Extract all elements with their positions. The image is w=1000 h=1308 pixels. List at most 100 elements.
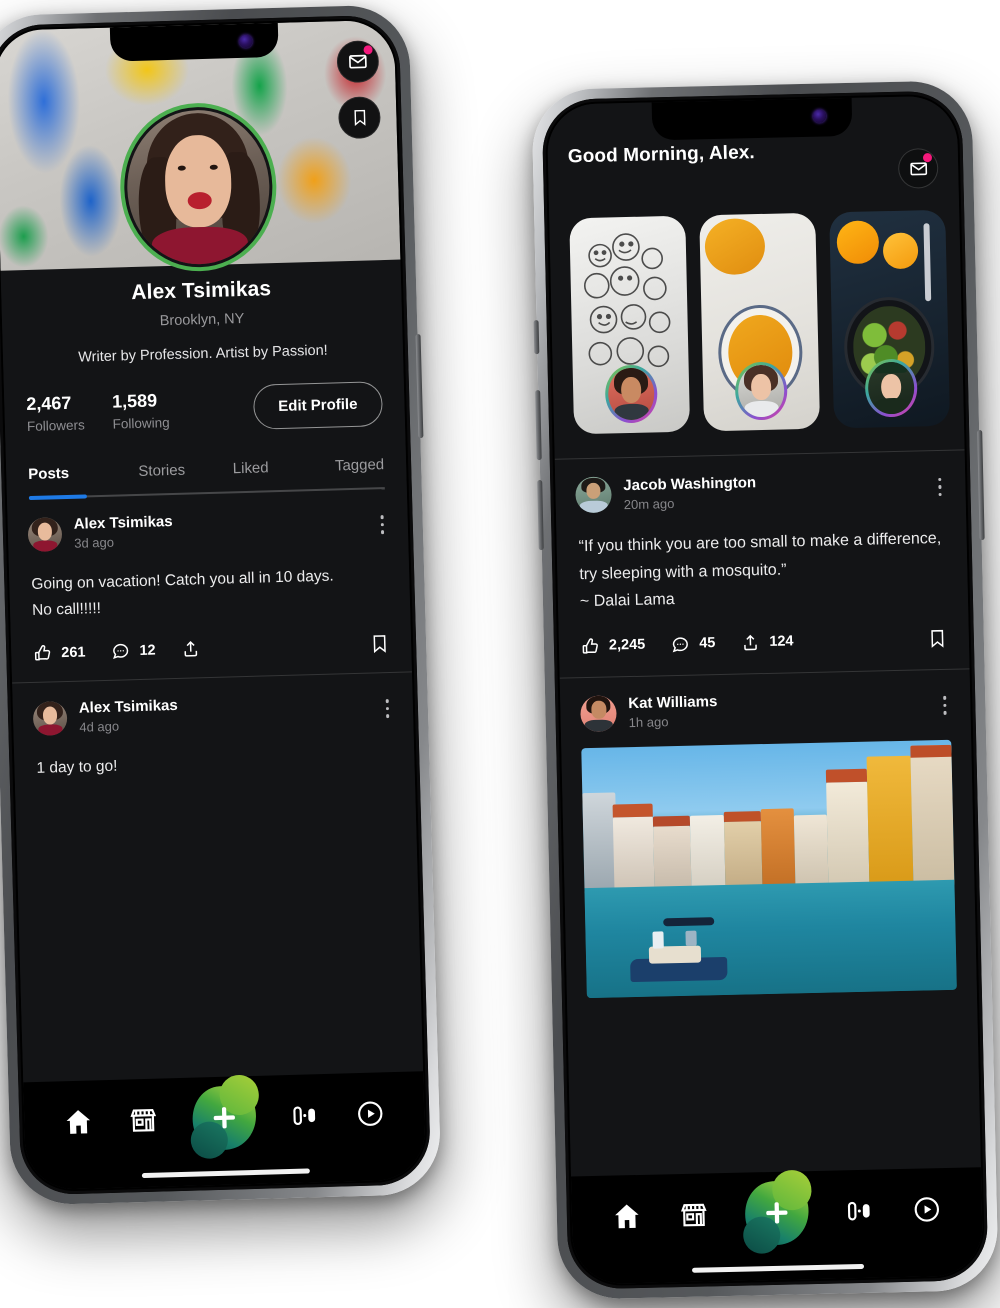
feed-app: Good Morning, Alex. Jacob Washington 20m… [546, 95, 984, 1285]
power-button[interactable] [977, 430, 985, 541]
post-body: Going on vacation! Catch you all in 10 d… [28, 542, 390, 623]
avatar[interactable] [27, 516, 63, 552]
screenshot-stage: Good Morning, Alex. Jacob Washington 20m… [0, 0, 1000, 1308]
mute-switch[interactable] [533, 320, 540, 355]
profile-location: Brooklyn, NY [159, 310, 245, 330]
profile-name: Alex Tsimikas [131, 277, 272, 305]
post-author: Jacob Washington [623, 473, 757, 494]
share-button[interactable] [181, 639, 210, 659]
comment-button[interactable]: 45 [671, 634, 716, 654]
tab-stories[interactable]: Stories [117, 461, 207, 494]
avatar[interactable] [32, 700, 68, 736]
profile-app: Alex Tsimikas Brooklyn, NY Writer by Pro… [0, 19, 427, 1191]
nav-audio-right[interactable] [845, 1196, 876, 1227]
following-label: Following [112, 414, 170, 432]
video-icon [357, 1101, 383, 1126]
store-icon [130, 1108, 156, 1132]
nav-video-right[interactable] [911, 1194, 942, 1225]
orange-slice-shape [883, 232, 919, 270]
bookmark-icon [931, 629, 944, 648]
profile-stats: 2,467 Followers 1,589 Following Edit Pro… [3, 357, 405, 437]
post-options-button[interactable] [939, 692, 951, 719]
nav-video-left[interactable] [355, 1098, 386, 1129]
volume-down-button[interactable] [537, 480, 544, 551]
share-icon [184, 641, 198, 657]
story-avatar[interactable] [734, 361, 788, 421]
post-author: Kat Williams [628, 693, 718, 713]
story-card-salad[interactable] [829, 209, 951, 429]
bookmark-icon [373, 635, 386, 654]
story-avatar[interactable] [864, 358, 918, 418]
messages-icon [349, 54, 367, 69]
post-timestamp: 1h ago [628, 714, 669, 731]
edit-profile-button[interactable]: Edit Profile [252, 381, 384, 430]
bookmark-button[interactable] [370, 633, 390, 655]
bookmark-button[interactable] [928, 627, 947, 648]
nav-audio-left[interactable] [290, 1100, 321, 1131]
post-line-2: No call!!!!! [31, 599, 102, 619]
doodle-art [583, 233, 671, 368]
nav-add-button-right[interactable] [740, 1176, 814, 1250]
plus-icon [766, 1202, 788, 1224]
feed-post-jacob: Jacob Washington 20m ago “If you think y… [555, 450, 970, 677]
nav-store-right[interactable] [678, 1199, 709, 1230]
followers-count: 2,467 [26, 392, 72, 414]
profile-avatar[interactable] [118, 101, 279, 274]
avatar[interactable] [575, 476, 612, 514]
orange-slice-shape [836, 219, 880, 265]
post-quote: “If you think you are too small to make … [576, 505, 948, 616]
post-author: Alex Tsimikas [78, 697, 178, 717]
thumbs-up-icon [582, 637, 598, 654]
comment-button[interactable]: 12 [111, 641, 156, 661]
comment-count: 45 [699, 635, 716, 652]
following-count: 1,589 [111, 389, 158, 412]
story-card-doodle[interactable] [569, 215, 691, 435]
share-count: 124 [769, 633, 794, 650]
stat-followers[interactable]: 2,467 Followers [26, 392, 85, 434]
squash-shape [703, 218, 766, 276]
fork-shape [923, 223, 931, 301]
boat-person [652, 930, 664, 949]
audio-icon [293, 1106, 316, 1126]
post-timestamp: 3d ago [74, 534, 115, 551]
messages-button-right[interactable] [897, 147, 939, 189]
nav-home-right[interactable] [612, 1201, 643, 1232]
cover-action-buttons [336, 40, 382, 140]
front-camera-icon [239, 34, 253, 48]
messages-button-left[interactable] [336, 40, 380, 84]
like-button[interactable]: 2,245 [581, 635, 646, 655]
nav-home-left[interactable] [63, 1106, 94, 1137]
power-button[interactable] [415, 334, 424, 439]
nav-add-button-left[interactable] [187, 1080, 262, 1155]
avatar[interactable] [580, 694, 617, 732]
volume-up-button[interactable] [535, 390, 542, 461]
share-button[interactable]: 124 [741, 632, 794, 652]
saved-button-left[interactable] [337, 96, 382, 140]
post-options-button[interactable] [934, 474, 946, 501]
tab-tagged[interactable]: Tagged [295, 456, 385, 489]
profile-info: Alex Tsimikas Brooklyn, NY Writer by Pro… [1, 260, 404, 368]
front-camera-icon [812, 109, 827, 123]
followers-label: Followers [26, 416, 85, 434]
tab-posts[interactable]: Posts [28, 464, 118, 497]
plus-icon [213, 1107, 235, 1129]
post-options-button[interactable] [376, 511, 388, 538]
video-icon [914, 1197, 939, 1222]
notification-dot [363, 45, 373, 55]
stat-following[interactable]: 1,589 Following [111, 389, 170, 432]
post-image-venice[interactable] [581, 739, 957, 998]
comment-icon [673, 636, 689, 652]
share-icon [744, 634, 758, 650]
profile-post-1: Alex Tsimikas 3d ago Going on vacation! … [7, 488, 412, 682]
stories-row[interactable] [549, 187, 965, 458]
post-author: Alex Tsimikas [73, 513, 173, 533]
story-card-next[interactable] [959, 208, 965, 426]
like-button[interactable]: 261 [33, 643, 86, 663]
post-options-button[interactable] [381, 695, 393, 722]
post-timestamp: 4d ago [79, 718, 120, 735]
dynamic-island-right [651, 97, 853, 141]
tab-liked[interactable]: Liked [206, 459, 296, 492]
story-avatar[interactable] [604, 364, 658, 424]
story-card-soup[interactable] [699, 212, 821, 432]
nav-store-left[interactable] [128, 1105, 159, 1136]
